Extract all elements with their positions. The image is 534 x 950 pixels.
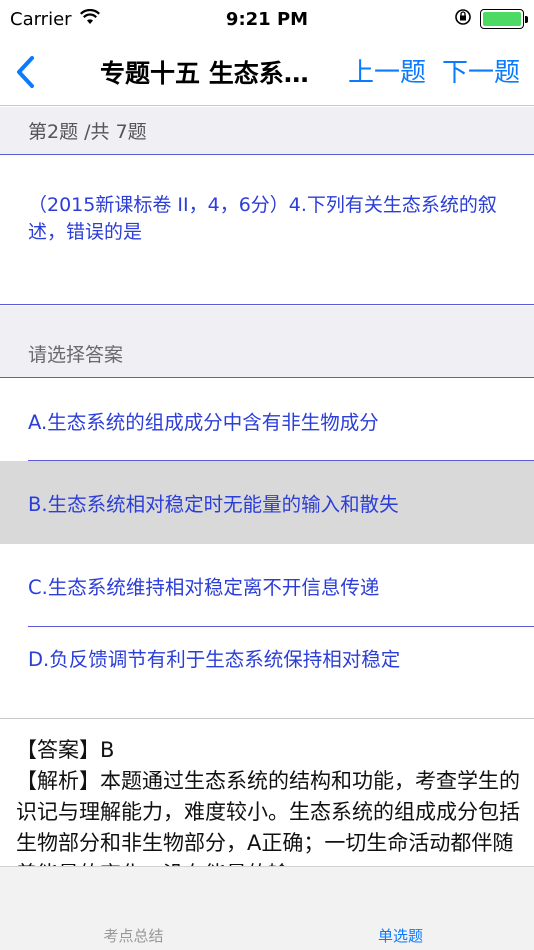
option-b[interactable]: B.生态系统相对稳定时无能量的输入和散失 — [0, 461, 534, 544]
status-left: Carrier — [10, 8, 100, 30]
next-question-button[interactable]: 下一题 — [442, 52, 520, 89]
navigation-bar: 专题十五 生态系统和环境保护 上一题 下一题 — [0, 38, 534, 106]
option-label: D.负反馈调节有利于生态系统保持相对稳定 — [28, 647, 401, 671]
option-label: A.生态系统的组成成分中含有非生物成分 — [28, 410, 379, 434]
wifi-icon — [79, 8, 100, 30]
option-a[interactable]: A.生态系统的组成成分中含有非生物成分 — [0, 379, 534, 461]
tab-bar: 考点总结 单选题 — [0, 866, 534, 950]
previous-question-button[interactable]: 上一题 — [348, 52, 426, 89]
option-c[interactable]: C.生态系统维持相对稳定离不开信息传递 — [0, 544, 534, 627]
page-title: 专题十五 生态系统和环境保护 — [100, 59, 320, 88]
battery-icon — [480, 9, 528, 29]
chevron-left-icon — [17, 55, 34, 88]
option-label: C.生态系统维持相对稳定离不开信息传递 — [28, 576, 380, 599]
choose-answer-prompt: 请选择答案 — [0, 306, 534, 378]
status-bar: Carrier 9:21 PM — [0, 0, 534, 38]
explanation-text: 【解析】本题通过生态系统的结构和功能，考查学生的识记与理解能力，难度较小。生态系… — [16, 769, 520, 866]
tab-summary[interactable]: 考点总结 — [0, 867, 267, 950]
option-d[interactable]: D.负反馈调节有利于生态系统保持相对稳定 — [0, 627, 534, 687]
question-counter: 第2题 /共 7题 — [0, 107, 534, 155]
nav-actions: 上一题 下一题 — [348, 52, 520, 89]
orientation-lock-icon — [454, 8, 472, 31]
option-label: B.生态系统相对稳定时无能量的输入和散失 — [28, 493, 399, 516]
question-text: （2015新课标卷 II，4，6分）4.下列有关生态系统的叙述，错误的是 — [28, 194, 497, 243]
back-button[interactable] — [0, 38, 50, 106]
tab-single-choice[interactable]: 单选题 — [267, 867, 534, 950]
question-text-area: （2015新课标卷 II，4，6分）4.下列有关生态系统的叙述，错误的是 — [0, 156, 534, 305]
carrier-label: Carrier — [10, 8, 72, 30]
status-right — [454, 8, 528, 31]
answer-explanation: 【答案】B 【解析】本题通过生态系统的结构和功能，考查学生的识记与理解能力，难度… — [0, 718, 534, 866]
battery-level — [483, 12, 521, 26]
answer-line: 【答案】B — [16, 738, 115, 762]
